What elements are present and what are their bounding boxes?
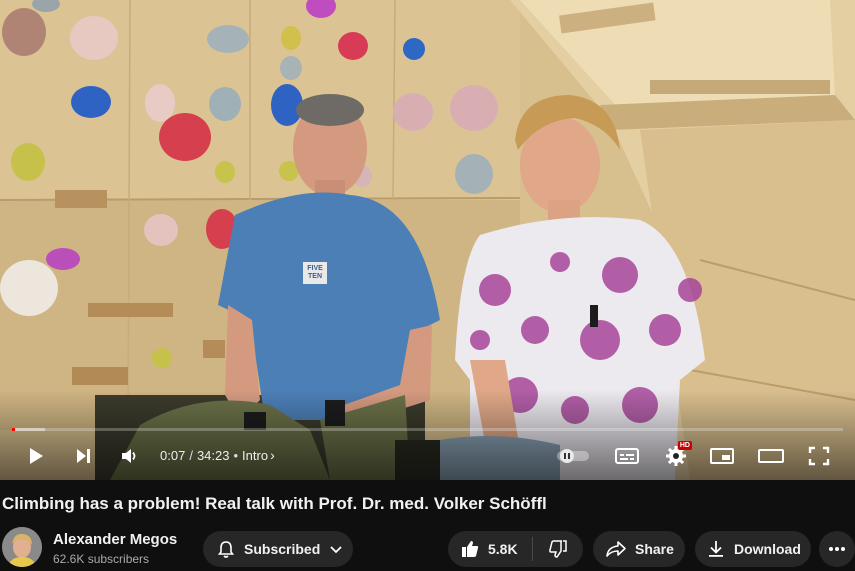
chapter-title: Intro (242, 447, 269, 463)
next-icon (77, 449, 90, 463)
settings-button[interactable]: HD (660, 440, 692, 472)
theater-mode-button[interactable] (754, 440, 788, 472)
channel-action-row: Alexander Megos 62.6K subscribers Subscr… (0, 527, 855, 571)
share-button[interactable]: Share (593, 531, 685, 567)
more-horizontal-icon (829, 547, 845, 551)
chapter-bullet: • (233, 447, 239, 463)
autoplay-toggle-icon (557, 449, 589, 463)
progress-bar[interactable] (12, 428, 843, 431)
thumbs-down-icon (549, 540, 567, 558)
like-dislike-group: 5.8K (448, 531, 583, 567)
miniplayer-button[interactable] (706, 440, 738, 472)
theater-mode-icon (758, 449, 784, 463)
like-count: 5.8K (488, 541, 518, 557)
time-separator: / (189, 447, 193, 463)
like-button[interactable]: 5.8K (448, 531, 532, 567)
subtitles-button[interactable] (610, 440, 644, 472)
chapter-chevron-icon: › (270, 447, 275, 463)
avatar-image (2, 527, 42, 567)
thumbs-up-icon (462, 541, 479, 557)
subscribed-button[interactable]: Subscribed (203, 531, 353, 567)
share-label: Share (635, 541, 674, 557)
more-actions-button[interactable] (819, 531, 855, 567)
download-button[interactable]: Download (695, 531, 811, 567)
chapter-button[interactable]: Intro › (242, 447, 275, 463)
autoplay-toggle[interactable] (553, 440, 593, 472)
volume-button[interactable] (113, 440, 145, 472)
next-button[interactable] (67, 440, 99, 472)
channel-avatar[interactable] (2, 527, 42, 567)
play-button[interactable] (20, 440, 52, 472)
shirt-logo: FIVE TEN (303, 262, 327, 284)
subtitles-icon (615, 448, 639, 464)
shirt-logo-line2: TEN (308, 273, 322, 280)
download-label: Download (734, 541, 801, 557)
subscriber-count: 62.6K subscribers (53, 552, 150, 566)
subscribed-label: Subscribed (244, 541, 321, 557)
bell-icon (217, 541, 235, 558)
play-icon (30, 448, 43, 464)
fullscreen-button[interactable] (803, 440, 835, 472)
volume-icon (122, 449, 136, 463)
download-icon (709, 541, 723, 557)
current-time: 0:07 (160, 447, 186, 463)
share-icon (606, 541, 626, 557)
video-player[interactable]: FIVE TEN 0:07 / 34:23 • Intro › HD (0, 0, 855, 480)
shirt-logo-line1: FIVE (307, 265, 323, 272)
fullscreen-icon (808, 446, 830, 466)
chevron-down-icon (330, 546, 342, 554)
hd-badge: HD (677, 441, 692, 450)
channel-name[interactable]: Alexander Megos (53, 531, 177, 548)
progress-played (12, 428, 15, 431)
video-title: Climbing has a problem! Real talk with P… (2, 494, 547, 513)
dislike-button[interactable] (533, 531, 583, 567)
miniplayer-icon (710, 448, 734, 464)
time-display: 0:07 / 34:23 • Intro › (160, 447, 275, 463)
duration: 34:23 (196, 447, 230, 463)
progress-loaded (12, 428, 46, 431)
